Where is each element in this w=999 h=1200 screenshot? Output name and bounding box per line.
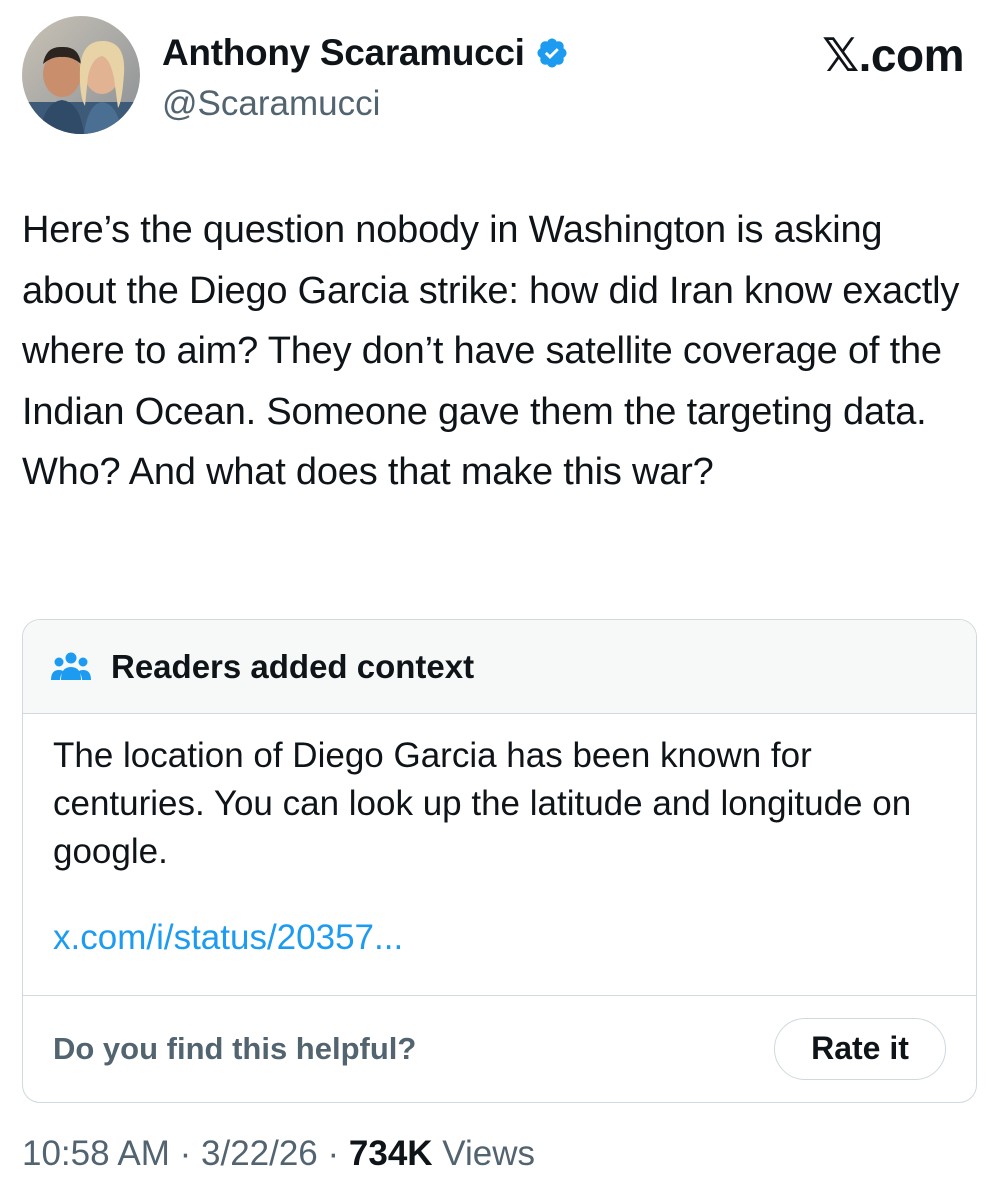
tweet-date[interactable]: 3/22/26 [201,1134,318,1173]
views-label: Views [442,1134,536,1173]
meta-separator: · [317,1134,349,1173]
avatar-photo-icon [22,16,140,134]
views-count: 734K [348,1134,433,1173]
tweet-meta: 10:58 AM · 3/22/26 · 734K Views [22,1134,535,1174]
community-note-text: The location of Diego Garcia has been kn… [53,736,912,871]
tweet-time[interactable]: 10:58 AM [22,1134,170,1173]
name-row: Anthony Scaramucci [162,32,569,74]
community-note-title: Readers added context [111,647,475,685]
people-icon [51,650,91,684]
tweet-header: Anthony Scaramucci @Scaramucci 𝕏.com [22,16,964,136]
community-note-footer: Do you find this helpful? Rate it [23,996,976,1101]
community-note-body: The location of Diego Garcia has been kn… [23,714,976,996]
tweet-text: Here’s the question nobody in Washington… [22,209,960,493]
community-note-header: Readers added context [23,620,976,714]
user-handle[interactable]: @Scaramucci [162,84,380,124]
community-note-source-link[interactable]: x.com/i/status/20357... [53,918,948,958]
helpful-question: Do you find this helpful? [53,1030,417,1066]
verified-badge-icon[interactable] [535,36,569,70]
community-note-card: Readers added context The location of Di… [22,619,977,1103]
avatar[interactable] [22,16,140,134]
x-logo: 𝕏.com [822,29,964,81]
rate-it-button[interactable]: Rate it [774,1017,946,1080]
meta-separator: · [169,1134,201,1173]
display-name[interactable]: Anthony Scaramucci [162,32,525,74]
